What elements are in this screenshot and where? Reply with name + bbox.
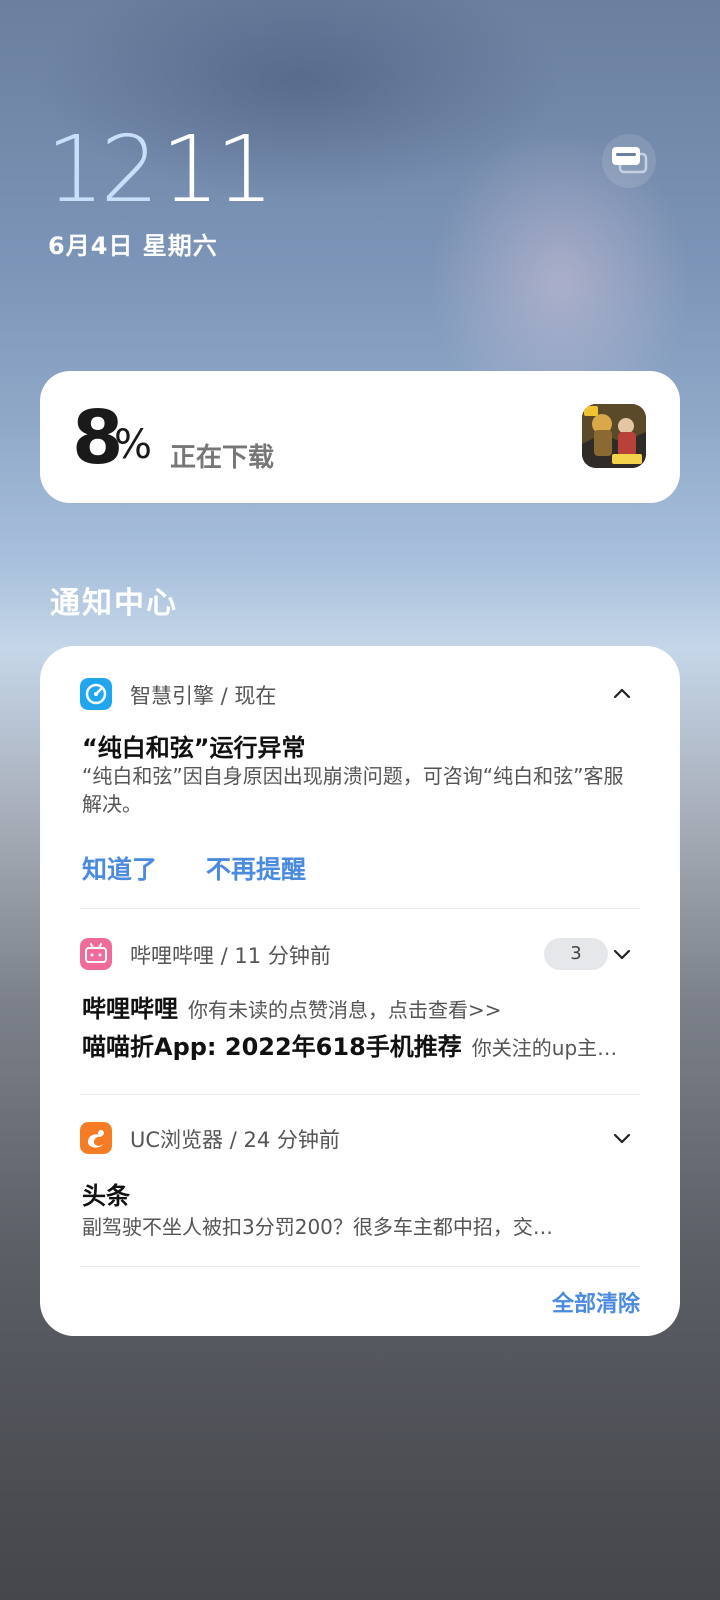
notification-body: “纯白和弦”因自身原因出现崩溃问题，可咨询“纯白和弦”客服解决。 [82, 764, 624, 816]
collapse-button[interactable] [610, 682, 634, 706]
notification-uc-browser[interactable]: UC浏览器 / 24 分钟前 头条 副驾驶不坐人被扣3分罚200？很多车主都中招… [80, 1122, 640, 1252]
notification-center-title: 通知中心 [50, 586, 178, 621]
notification-smart-engine[interactable]: 智慧引擎 / 现在 “纯白和弦”运行异常 “纯白和弦”因自身原因出现崩溃问题，可… [80, 678, 640, 888]
notification-card: 智慧引擎 / 现在 “纯白和弦”运行异常 “纯白和弦”因自身原因出现崩溃问题，可… [40, 646, 680, 1336]
dont-remind-button[interactable]: 不再提醒 [206, 850, 306, 886]
notification-app-name: UC浏览器 / 24 分钟前 [130, 1128, 340, 1152]
chevron-down-icon [613, 949, 631, 960]
notification-count-badge: 3 [544, 938, 608, 970]
divider [80, 1266, 640, 1267]
uc-browser-icon [80, 1122, 112, 1154]
notification-line-title: 哔哩哔哩 [82, 995, 178, 1023]
notification-title: 头条 [82, 1182, 130, 1210]
notification-app-name: 哔哩哔哩 / 11 分钟前 [130, 944, 331, 968]
notification-line: 喵喵折App: 2022年618手机推荐 你关注的up主… [82, 1030, 638, 1067]
clock-minute: 11 [161, 116, 274, 223]
notification-line-text: 你关注的up主… [471, 1036, 618, 1060]
notification-header: UC浏览器 / 24 分钟前 [80, 1122, 640, 1156]
notification-line: 哔哩哔哩 你有未读的点赞消息，点击查看>> [82, 992, 638, 1029]
notification-bilibili[interactable]: 哔哩哔哩 / 11 分钟前 3 哔哩哔哩 你有未读的点赞消息，点击查看>> 喵喵折… [80, 938, 640, 1068]
lockscreen-clock: 12 11 [46, 116, 274, 223]
bilibili-icon [80, 938, 112, 970]
game-app-icon [582, 404, 646, 468]
multi-window-button[interactable] [602, 134, 656, 188]
notification-body: 副驾驶不坐人被扣3分罚200？很多车主都中招，交… [82, 1215, 553, 1239]
notification-header: 智慧引擎 / 现在 [80, 678, 640, 712]
got-it-button[interactable]: 知道了 [82, 850, 157, 886]
notification-header: 哔哩哔哩 / 11 分钟前 3 [80, 938, 640, 972]
chevron-up-icon [613, 688, 631, 699]
clock-hour: 12 [46, 116, 159, 223]
divider [80, 1094, 640, 1095]
notification-line-title: 喵喵折App: 2022年618手机推荐 [82, 1033, 462, 1061]
download-status: 正在下载 [170, 443, 275, 473]
expand-button[interactable] [610, 942, 634, 966]
notification-line-text: 你有未读的点赞消息，点击查看>> [188, 998, 502, 1022]
smart-engine-icon [80, 678, 112, 710]
notification-title: “纯白和弦”运行异常 [82, 734, 306, 762]
expand-button[interactable] [610, 1126, 634, 1150]
clear-all-button[interactable]: 全部清除 [552, 1286, 640, 1318]
chevron-down-icon [613, 1133, 631, 1144]
multi-window-icon [612, 147, 648, 174]
notification-app-name: 智慧引擎 / 现在 [130, 684, 277, 708]
divider [80, 908, 640, 909]
download-progress-card[interactable]: 8 % 正在下载 [40, 371, 680, 503]
lockscreen-date: 6月4日 星期六 [48, 232, 218, 260]
download-percent-sign: % [114, 422, 153, 468]
